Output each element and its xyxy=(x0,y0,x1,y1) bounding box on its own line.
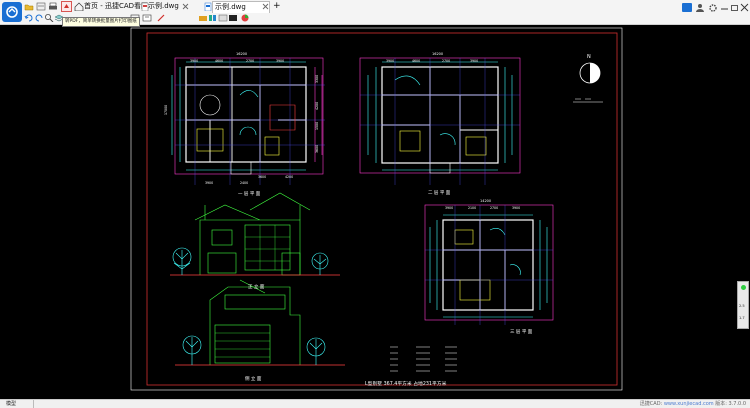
close-tab-icon[interactable] xyxy=(181,2,191,11)
plan-2 xyxy=(359,57,521,185)
panel-value-1: 2.5 xyxy=(739,304,745,308)
north-arrow: N xyxy=(573,54,603,103)
plan-3 xyxy=(424,204,554,325)
svg-text:3900: 3900 xyxy=(205,181,213,185)
restore-icon[interactable] xyxy=(730,3,740,12)
convert-pdf-icon[interactable] xyxy=(61,1,72,12)
area-info: L型别墅 367.4平方米 占地231平方米 xyxy=(365,380,447,387)
svg-text:14200: 14200 xyxy=(480,199,491,203)
status-dot-icon xyxy=(741,285,746,290)
background-icon[interactable] xyxy=(228,13,238,22)
logo-icon xyxy=(6,6,18,18)
svg-text:3900: 3900 xyxy=(512,206,520,210)
elev1-title: 正 立 面 xyxy=(248,283,265,290)
svg-text:4600: 4600 xyxy=(215,59,223,63)
minimize-icon[interactable] xyxy=(720,3,730,12)
svg-text:N: N xyxy=(587,54,591,60)
color-icon[interactable] xyxy=(198,13,208,22)
cad-drawing: N 一 层 平 面 二 层 平 面 三 层 平 面 正 立 面 侧 立 面 L型… xyxy=(130,27,623,391)
close-tab-icon[interactable] xyxy=(261,2,271,11)
redo-icon[interactable] xyxy=(34,13,44,22)
svg-text:2700: 2700 xyxy=(490,206,498,210)
sheet-outer-border xyxy=(130,27,623,391)
svg-text:2700: 2700 xyxy=(442,59,450,63)
plan1-title: 一 层 平 面 xyxy=(238,191,261,197)
svg-text:4600: 4600 xyxy=(412,59,420,63)
svg-text:2700: 2700 xyxy=(246,59,254,63)
svg-text:3900: 3900 xyxy=(386,59,394,63)
settings-icon[interactable] xyxy=(36,2,46,11)
login-icon[interactable] xyxy=(682,3,692,12)
tooltip: 转PDF，简单转换批量图片打印图纸 xyxy=(62,17,140,27)
close-icon[interactable] xyxy=(740,3,750,12)
svg-text:3900: 3900 xyxy=(470,59,478,63)
color-wheel-icon[interactable] xyxy=(240,13,250,22)
svg-text:17000: 17000 xyxy=(164,105,168,115)
svg-text:16200: 16200 xyxy=(432,52,443,56)
svg-text:2400: 2400 xyxy=(240,181,248,185)
svg-text:3900: 3900 xyxy=(445,206,453,210)
tab-home[interactable]: 首页 - 迅捷CAD看图 xyxy=(84,1,148,12)
elev2-title: 侧 立 面 xyxy=(245,375,262,382)
svg-text:2100: 2100 xyxy=(468,206,476,210)
svg-text:3600: 3600 xyxy=(315,145,319,153)
svg-text:3300: 3300 xyxy=(315,75,319,83)
home-icon xyxy=(74,2,84,11)
version-number: 版本: 3.7.0.0 xyxy=(713,401,746,407)
text-icon[interactable] xyxy=(142,13,152,22)
new-tab-button[interactable]: + xyxy=(273,1,281,12)
panel-value-2: 1.7 xyxy=(739,316,745,320)
svg-text:16200: 16200 xyxy=(236,52,247,56)
undo-icon[interactable] xyxy=(24,13,34,22)
open-folder-icon[interactable] xyxy=(24,2,34,11)
plan-1 xyxy=(171,57,325,185)
svg-text:4200: 4200 xyxy=(285,175,293,179)
front-elevation xyxy=(170,192,340,276)
version-prefix: 迅捷CAD: xyxy=(639,401,664,407)
svg-text:1500: 1500 xyxy=(315,122,319,130)
drawing-canvas[interactable]: N 一 层 平 面 二 层 平 面 三 层 平 面 正 立 面 侧 立 面 L型… xyxy=(0,25,750,399)
zoom-extents-icon[interactable] xyxy=(44,13,54,22)
tab-dwg-1[interactable]: 示例.dwg xyxy=(148,1,179,12)
title-bar: 转PDF，简单转换批量图片打印图纸 首页 - 迅捷CAD看图 示例.dwg 示例… xyxy=(0,0,750,27)
legend-table xyxy=(390,346,457,372)
gear-icon[interactable] xyxy=(708,3,718,12)
user-icon[interactable] xyxy=(695,3,705,12)
svg-text:4200: 4200 xyxy=(315,102,319,110)
palette-icon[interactable] xyxy=(208,13,218,22)
svg-text:3900: 3900 xyxy=(276,59,284,63)
app-logo[interactable] xyxy=(2,2,22,22)
svg-text:3900: 3900 xyxy=(190,59,198,63)
print-icon[interactable] xyxy=(48,2,58,11)
markup-icon[interactable] xyxy=(156,13,166,22)
website-link[interactable]: www.xunjiecad.com xyxy=(664,401,714,407)
plan3-title: 三 层 平 面 xyxy=(510,329,533,335)
svg-text:3600: 3600 xyxy=(258,175,266,179)
plan2-title: 二 层 平 面 xyxy=(428,190,451,196)
right-side-panel[interactable]: 2.5 1.7 xyxy=(737,281,749,329)
layers-panel-icon[interactable] xyxy=(218,13,228,22)
side-elevation xyxy=(175,279,345,366)
